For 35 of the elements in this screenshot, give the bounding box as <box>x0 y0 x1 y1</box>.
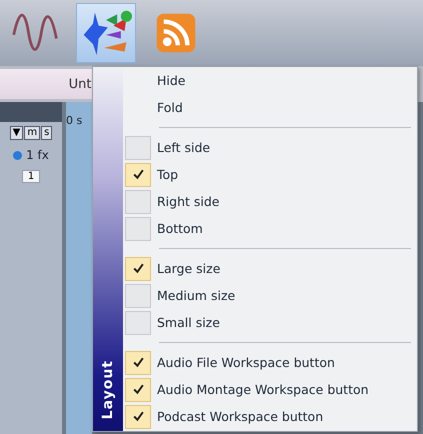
rss-icon <box>155 12 197 54</box>
checkbox[interactable] <box>125 190 151 214</box>
menu-item[interactable]: Audio File Workspace button <box>123 349 417 376</box>
menu-item[interactable]: Top <box>123 161 417 188</box>
menu-item[interactable]: Right side <box>123 188 417 215</box>
ruler-label: 0 s <box>66 114 82 127</box>
checkbox[interactable] <box>125 404 151 428</box>
checkmark-icon <box>132 356 144 369</box>
checkbox[interactable] <box>125 256 151 280</box>
checkmark-icon <box>132 262 144 275</box>
checkbox[interactable] <box>125 310 151 334</box>
menu-title: Layout <box>100 360 116 419</box>
checkmark-icon <box>132 383 144 396</box>
status-dot <box>13 150 22 160</box>
checkbox[interactable] <box>125 136 151 160</box>
workspace-button[interactable] <box>76 3 136 63</box>
checkmark-icon <box>132 410 144 423</box>
menu-item[interactable]: Left side <box>123 134 417 161</box>
track-number: 1 <box>22 170 40 183</box>
menu-item[interactable]: Large size <box>123 255 417 282</box>
menu-item[interactable]: Bottom <box>123 215 417 242</box>
checkbox[interactable] <box>125 350 151 374</box>
effects-count: 1 fx <box>26 148 49 162</box>
checkbox[interactable] <box>125 216 151 240</box>
menu-item[interactable]: Small size <box>123 309 417 336</box>
checkmark-icon <box>132 168 144 181</box>
checkbox[interactable] <box>125 162 151 186</box>
track-control-button[interactable]: ▼ <box>10 126 24 140</box>
menu-item[interactable]: Podcast Workspace button <box>123 403 417 430</box>
checkbox[interactable] <box>125 284 151 308</box>
track-control-button[interactable]: s <box>41 126 52 140</box>
checkbox[interactable] <box>125 378 151 402</box>
menu-item[interactable]: Medium size <box>123 282 417 309</box>
track-control-button[interactable]: m <box>24 126 40 140</box>
menu-item[interactable]: Audio Montage Workspace button <box>123 376 417 403</box>
